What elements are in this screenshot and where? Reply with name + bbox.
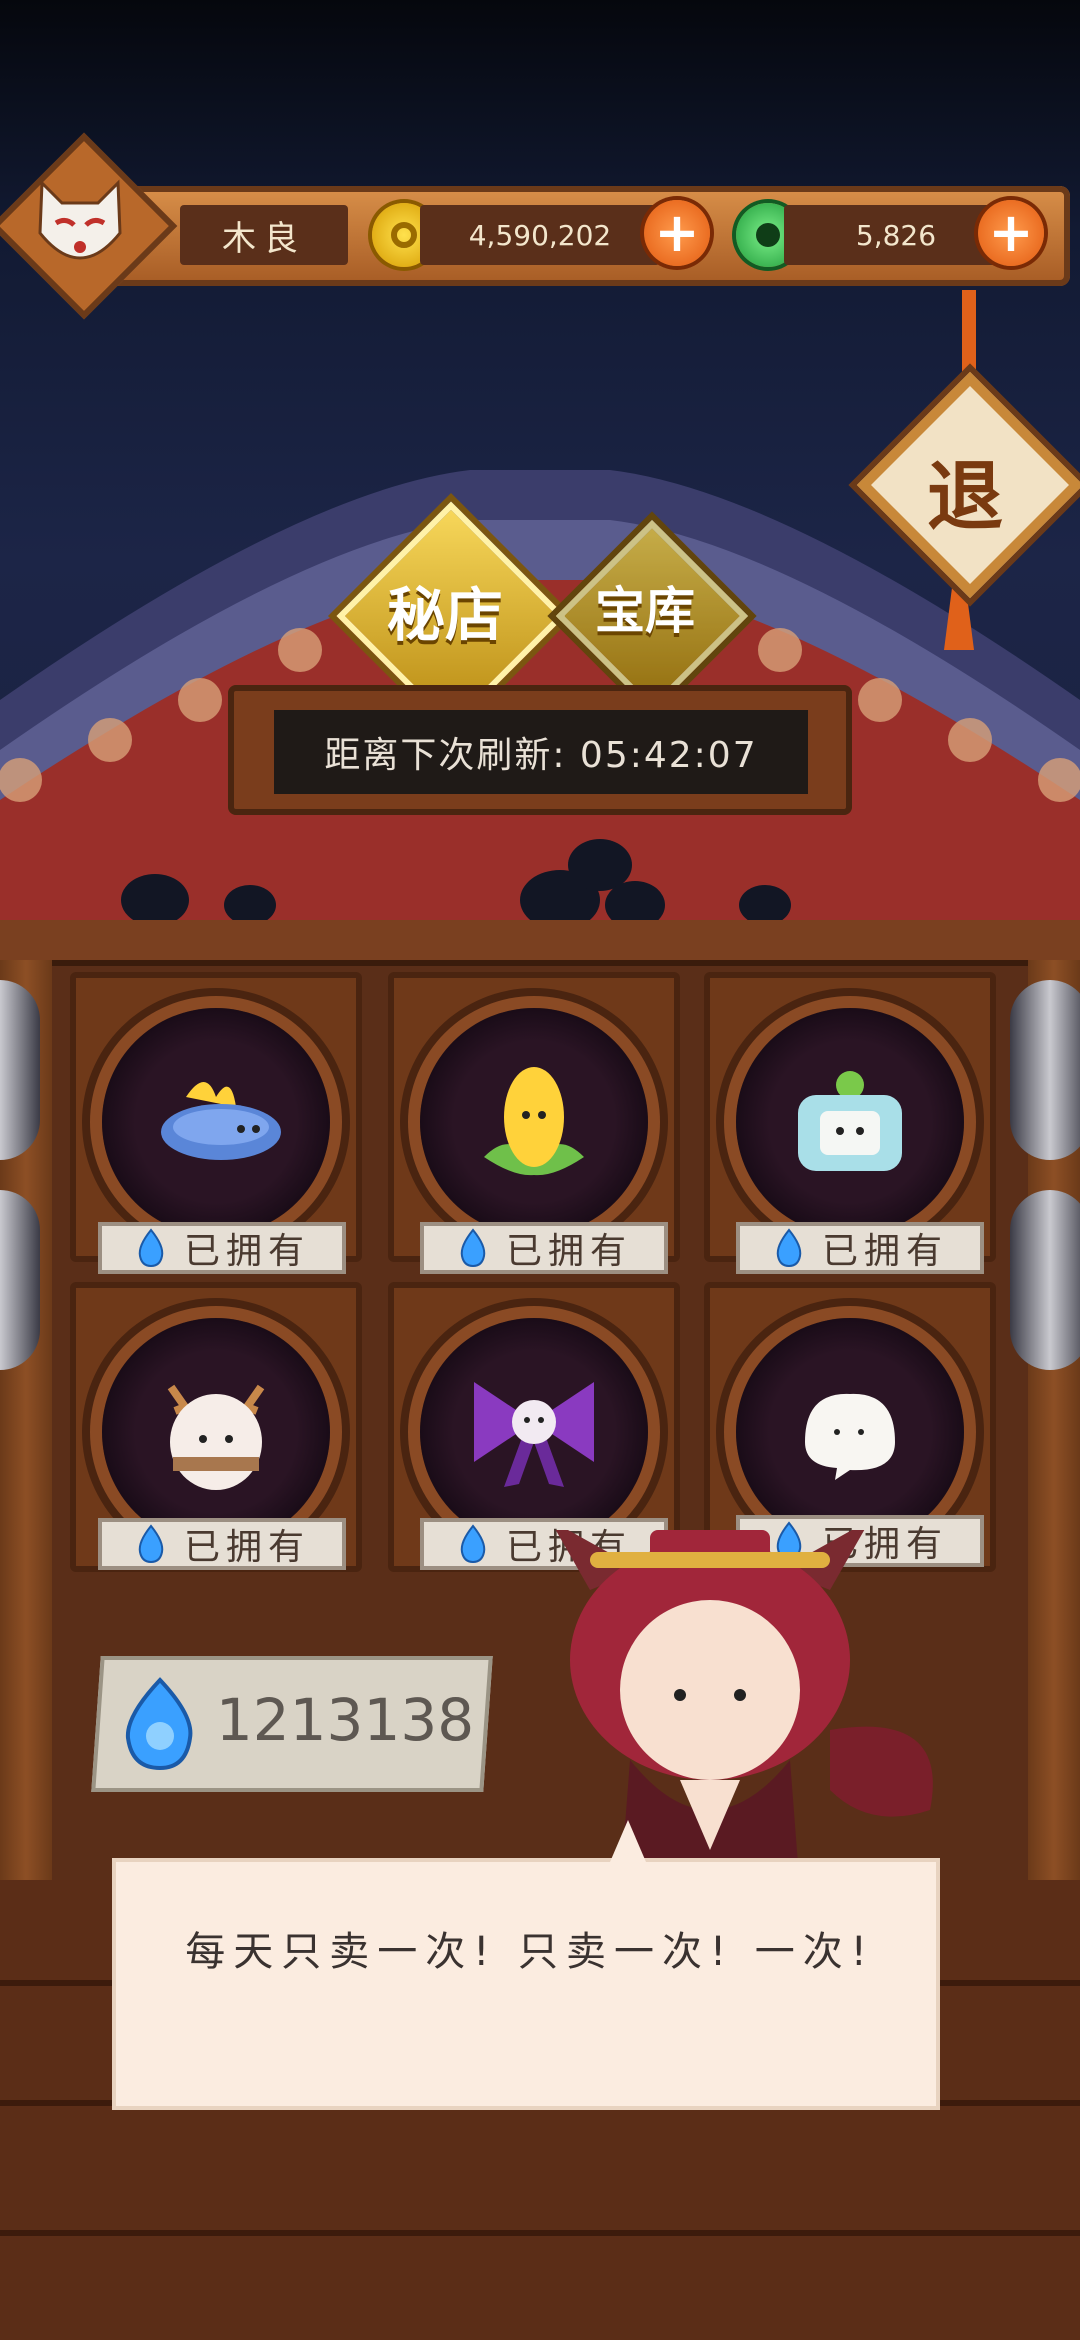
tab-secret-shop-label[interactable]: 秘店	[335, 560, 555, 660]
shopkeeper-dialog[interactable]	[112, 1858, 940, 2110]
owned-badge: 已拥有	[98, 1518, 346, 1570]
item-porthole[interactable]	[420, 1008, 648, 1236]
owned-badge: 已拥有	[420, 1222, 668, 1274]
exit-label[interactable]: 退	[880, 430, 1050, 550]
soul-flame-icon	[138, 1524, 164, 1564]
floor-plank-line	[0, 2230, 1080, 2236]
shopkeeper-character[interactable]	[530, 1530, 950, 1890]
gold-amount: 4,590,202	[420, 205, 660, 265]
tv-box-icon	[798, 1071, 902, 1171]
lantern-icon	[1010, 980, 1080, 1160]
player-name: 木良	[180, 205, 348, 265]
soul-flame-icon	[776, 1228, 802, 1268]
lantern-icon	[1010, 1190, 1080, 1370]
lantern-icon	[0, 980, 40, 1160]
sprout-icon	[484, 1067, 584, 1176]
mochi-icon	[805, 1393, 895, 1480]
item-porthole[interactable]	[102, 1008, 330, 1236]
bow-icon	[474, 1382, 594, 1487]
item-porthole[interactable]	[736, 1008, 964, 1236]
owned-label: 已拥有	[821, 1231, 948, 1272]
add-jade-button[interactable]: +	[978, 200, 1044, 266]
soul-flame-icon	[460, 1524, 486, 1564]
owned-label: 已拥有	[183, 1231, 310, 1272]
sea-slug-icon	[161, 1082, 281, 1160]
soul-flame-icon	[138, 1228, 164, 1268]
refresh-timer: 距离下次刷新: 05:42:07	[274, 710, 808, 794]
tab-treasury-label[interactable]: 宝库	[550, 562, 740, 652]
owned-label: 已拥有	[183, 1527, 310, 1568]
item-porthole[interactable]	[102, 1318, 330, 1546]
antler-egg-icon	[167, 1384, 265, 1490]
soul-flame-icon	[460, 1228, 486, 1268]
owned-badge: 已拥有	[98, 1222, 346, 1274]
dialog-tail	[610, 1820, 646, 1862]
item-porthole[interactable]	[420, 1318, 648, 1546]
player-avatar[interactable]	[30, 170, 130, 280]
owned-label: 已拥有	[505, 1231, 632, 1272]
dialog-text: 每天只卖一次! 只卖一次! 一次!	[185, 1929, 875, 1975]
lantern-icon	[0, 1190, 40, 1370]
owned-badge: 已拥有	[736, 1222, 984, 1274]
soul-fire-amount: 1213138	[215, 1686, 475, 1754]
item-porthole[interactable]	[736, 1318, 964, 1546]
jade-amount: 5,826	[784, 205, 1008, 265]
fox-mask-icon	[38, 179, 122, 260]
soul-fire-icon	[125, 1677, 193, 1771]
shelf-top-beam	[0, 920, 1080, 966]
add-gold-button[interactable]: +	[644, 200, 710, 266]
